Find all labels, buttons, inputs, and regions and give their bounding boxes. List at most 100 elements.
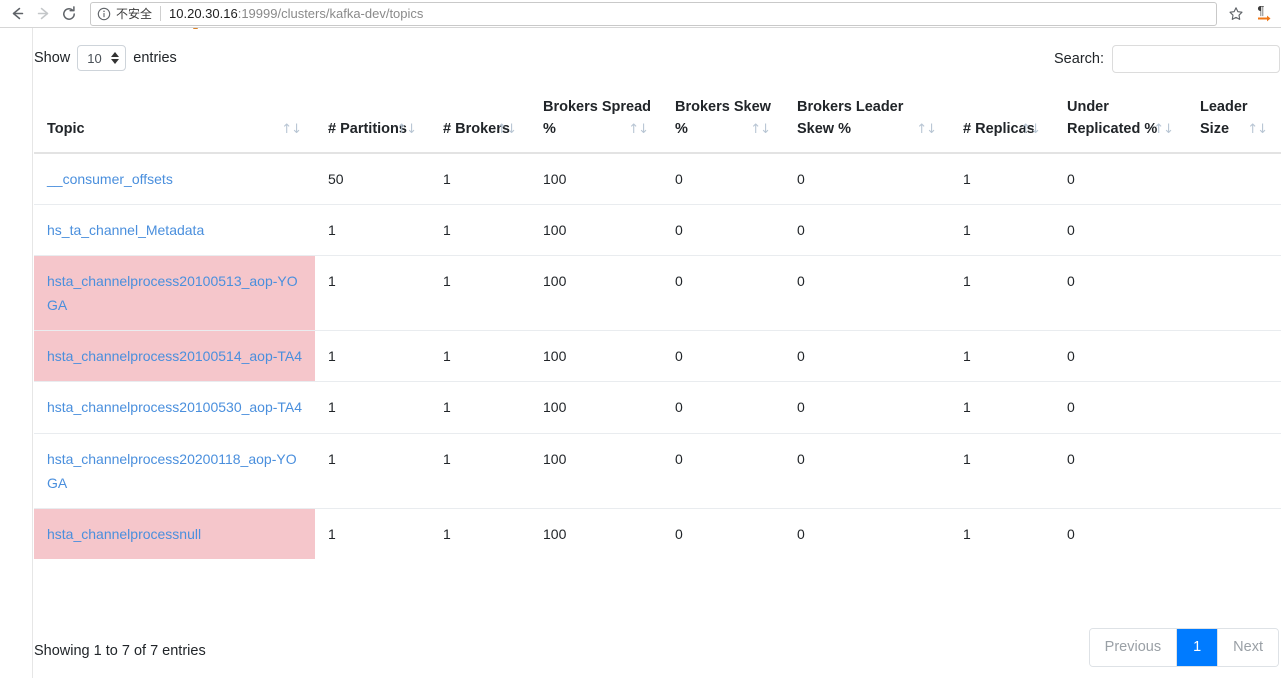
table-row: hsta_channelprocess20100513_aop-YOGA 1 1 10…	[34, 255, 1281, 331]
cell-under-replicated: 0	[1054, 381, 1187, 434]
sort-arrows-icon[interactable]: ↑↓	[1247, 120, 1268, 140]
cell-replicas: 1	[950, 507, 1054, 559]
pagination-next-button[interactable]: Next	[1218, 629, 1278, 666]
forward-arrow-icon	[30, 1, 56, 27]
topic-link[interactable]: hsta_channelprocess20100530_aop-TA4	[47, 399, 302, 415]
topic-link[interactable]: hsta_channelprocess20200118_aop-YOGA	[47, 451, 297, 491]
topic-link[interactable]: hsta_channelprocess20100513_aop-YOGA	[47, 273, 298, 313]
sort-arrows-icon[interactable]: ↑↓	[750, 120, 771, 140]
column-header-replicas[interactable]: # Replicas ↑↓	[950, 86, 1054, 155]
clipped-heading-marker	[193, 28, 198, 29]
topic-link[interactable]: hsta_channelprocess20100514_aop-TA4	[47, 348, 302, 364]
cell-brokers-skew: 0	[662, 330, 784, 382]
column-label: # Partitions	[328, 121, 407, 138]
table-row: hs_ta_channel_Metadata 1 1 100 0 0 1 0	[34, 204, 1281, 256]
cell-partitions: 1	[315, 330, 430, 382]
column-header-brokers-skew[interactable]: Brokers Skew % ↑↓	[662, 86, 784, 155]
sort-arrows-icon[interactable]: ↑↓	[396, 120, 417, 140]
column-label: Leader Size	[1200, 99, 1248, 138]
info-circle-icon[interactable]	[97, 7, 111, 21]
sort-arrows-icon[interactable]: ↑↓	[916, 120, 937, 140]
column-header-brokers-leader-skew[interactable]: Brokers Leader Skew % ↑↓	[784, 86, 950, 155]
cell-under-replicated: 0	[1054, 507, 1187, 559]
cell-leader-size	[1187, 255, 1281, 331]
sort-arrows-icon[interactable]: ↑↓	[496, 120, 517, 140]
column-header-under-replicated[interactable]: Under Replicated % ↑↓	[1054, 86, 1187, 155]
cell-brokers-leader-skew: 0	[784, 432, 950, 509]
url-text: 10.20.30.16:19999/clusters/kafka-dev/top…	[169, 6, 1210, 21]
browser-toolbar: 不安全 10.20.30.16:19999/clusters/kafka-dev…	[0, 0, 1281, 28]
cell-brokers: 1	[430, 204, 530, 256]
table-row: hsta_channelprocess20100530_aop-TA4 1 1 100…	[34, 381, 1281, 434]
column-header-leader-size[interactable]: Leader Size ↑↓	[1187, 86, 1281, 155]
cell-topic: hsta_channelprocess20100513_aop-YOGA	[34, 255, 315, 331]
cell-topic: hsta_channelprocess20200118_aop-YOGA	[34, 432, 315, 509]
column-header-topic[interactable]: Topic ↑↓	[34, 86, 315, 155]
cell-brokers-leader-skew: 0	[784, 255, 950, 331]
cell-brokers: 1	[430, 330, 530, 382]
svg-text:¶: ¶	[1257, 4, 1265, 18]
cell-leader-size	[1187, 432, 1281, 509]
topic-link[interactable]: __consumer_offsets	[47, 171, 173, 187]
cell-brokers: 1	[430, 507, 530, 559]
table-row: hsta_channelprocess20100514_aop-TA4 1 1 100…	[34, 330, 1281, 382]
column-header-partitions[interactable]: # Partitions ↑↓	[315, 86, 430, 155]
table-row: hsta_channelprocessnull 1 1 100 0 0 1 0	[34, 507, 1281, 559]
cell-brokers-spread: 100	[530, 432, 662, 509]
topics-table: Topic ↑↓ # Partitions ↑↓ # Brokers ↑↓ Br…	[34, 86, 1281, 559]
cell-under-replicated: 0	[1067, 171, 1075, 188]
cell-under-replicated: 0	[1054, 330, 1187, 382]
cell-leader-size	[1187, 507, 1281, 559]
sort-arrows-icon[interactable]: ↑↓	[1020, 120, 1041, 140]
omnibox-divider	[160, 6, 162, 21]
cell-brokers-skew: 0	[675, 171, 683, 188]
column-label: Topic	[47, 121, 85, 138]
table-header-row: Topic ↑↓ # Partitions ↑↓ # Brokers ↑↓ Br…	[34, 86, 1281, 155]
topic-link[interactable]: hs_ta_channel_Metadata	[47, 222, 204, 238]
table-row: hsta_channelprocess20200118_aop-YOGA 1 1 10…	[34, 432, 1281, 509]
cell-topic: hs_ta_channel_Metadata	[34, 204, 315, 256]
pilcrow-extension-icon[interactable]: ¶	[1249, 1, 1279, 27]
cell-leader-size	[1187, 153, 1281, 205]
sort-arrows-icon[interactable]: ↑↓	[281, 120, 302, 140]
spinner-arrows-icon	[111, 52, 120, 64]
star-icon[interactable]	[1223, 1, 1249, 27]
cell-replicas: 1	[950, 330, 1054, 382]
cell-brokers-skew: 0	[662, 432, 784, 509]
cell-brokers-skew: 0	[662, 507, 784, 559]
url-path: :19999/clusters/kafka-dev/topics	[237, 6, 424, 21]
column-label: Brokers Leader Skew %	[797, 99, 904, 138]
cell-brokers: 1	[443, 171, 451, 188]
cell-replicas: 1	[963, 171, 971, 188]
topics-panel: Show 10 entries Search: Topic ↑↓ # Parti…	[32, 28, 1281, 678]
reload-icon[interactable]	[56, 1, 82, 27]
cell-brokers-leader-skew: 0	[784, 381, 950, 434]
column-header-brokers[interactable]: # Brokers ↑↓	[430, 86, 530, 155]
cell-brokers-leader-skew: 0	[784, 330, 950, 382]
cell-partitions: 1	[315, 381, 430, 434]
cell-partitions: 1	[315, 507, 430, 559]
cell-brokers-leader-skew: 0	[797, 171, 805, 188]
sort-arrows-icon[interactable]: ↑↓	[1153, 120, 1174, 140]
cell-topic: hsta_channelprocess20100514_aop-TA4	[34, 330, 315, 382]
cell-brokers-skew: 0	[662, 381, 784, 434]
cell-brokers-skew: 0	[662, 204, 784, 256]
column-label: Under Replicated %	[1067, 99, 1158, 138]
cell-topic: hsta_channelprocess20100530_aop-TA4	[34, 381, 315, 434]
address-bar[interactable]: 不安全 10.20.30.16:19999/clusters/kafka-dev…	[90, 1, 1217, 26]
sort-arrows-icon[interactable]: ↑↓	[628, 120, 649, 140]
cell-partitions: 1	[315, 255, 430, 331]
search-input[interactable]	[1112, 45, 1280, 73]
datatable-controls: Show 10 entries Search:	[33, 40, 1281, 78]
cell-replicas: 1	[950, 381, 1054, 434]
pagination-page-1-button[interactable]: 1	[1177, 629, 1219, 666]
cell-leader-size	[1187, 330, 1281, 382]
cell-leader-size	[1187, 381, 1281, 434]
cell-under-replicated: 0	[1054, 204, 1187, 256]
back-arrow-icon[interactable]	[4, 1, 30, 27]
pagination-previous-button[interactable]: Previous	[1089, 629, 1178, 666]
cell-replicas: 1	[950, 432, 1054, 509]
topic-link[interactable]: hsta_channelprocessnull	[47, 526, 201, 542]
column-header-brokers-spread[interactable]: Brokers Spread % ↑↓	[530, 86, 662, 155]
page-length-select[interactable]: 10	[77, 45, 127, 71]
